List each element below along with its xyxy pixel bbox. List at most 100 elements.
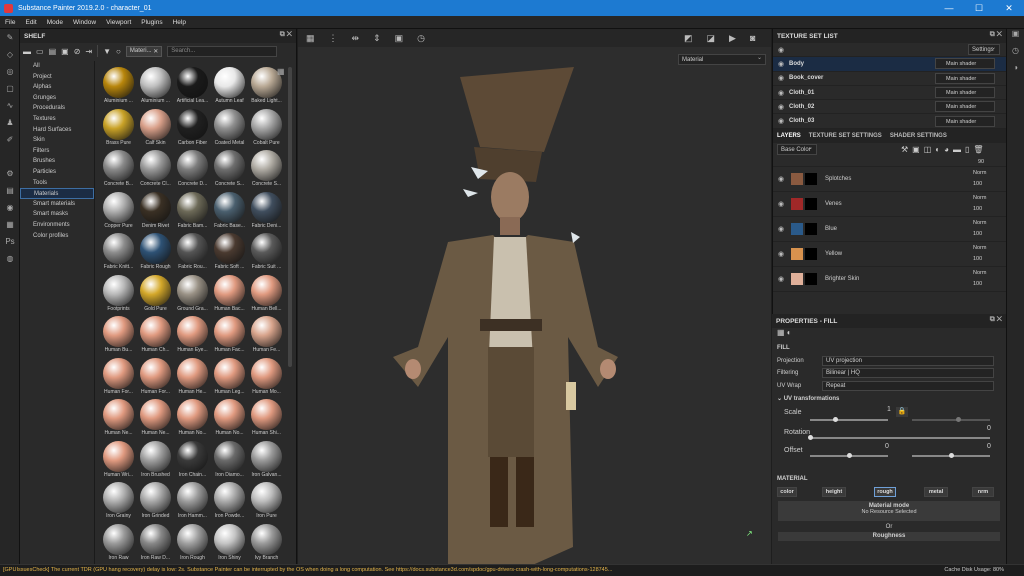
material-thumbnail[interactable]: Iron Hamm... xyxy=(174,482,211,524)
material-thumbnail[interactable]: Footprints xyxy=(100,274,137,317)
shader-dropdown[interactable]: Main shader xyxy=(935,58,995,70)
layer-row[interactable]: ◉ Splotches Norm 100 xyxy=(773,167,1006,193)
menu-file[interactable]: File xyxy=(0,19,20,26)
category-item[interactable]: Smart materials xyxy=(20,199,94,210)
grid-view-icon[interactable]: ▦ xyxy=(277,67,285,76)
material-thumbnail[interactable]: Copper Pure xyxy=(100,191,137,234)
material-thumbnail[interactable]: Iron Chain... xyxy=(174,440,211,483)
layer-actions-icons[interactable]: ⚒▣◫◐◕▬▯🗑 xyxy=(901,145,988,154)
layer-blend-mode[interactable]: Norm xyxy=(973,270,986,276)
layer-opacity[interactable]: 100 xyxy=(973,256,982,262)
visibility-icon[interactable]: ◉ xyxy=(773,74,789,82)
material-thumbnail[interactable]: Human No... xyxy=(174,399,211,441)
layer-opacity[interactable]: 100 xyxy=(973,206,982,212)
shader-dropdown[interactable]: Main shader xyxy=(935,72,995,84)
channel-button-height[interactable]: height xyxy=(822,487,846,497)
tab-shader-settings[interactable]: SHADER SETTINGS xyxy=(890,133,947,139)
material-thumbnail[interactable]: Human Fac... xyxy=(211,316,248,358)
material-thumbnail[interactable]: Aluminium ... xyxy=(137,67,174,109)
close-button[interactable]: ✕ xyxy=(994,3,1024,14)
uv-transform-section[interactable]: ⌄ UV transformations xyxy=(772,392,1006,405)
camera-view-icon[interactable]: ◩ xyxy=(684,33,693,44)
material-thumbnail[interactable]: Iron Pure xyxy=(248,482,285,524)
material-thumbnail[interactable]: Calf Skin xyxy=(137,108,174,151)
material-thumbnail[interactable]: Human Shi... xyxy=(248,399,285,441)
category-item[interactable]: Smart masks xyxy=(20,209,94,220)
channel-button-rough[interactable]: rough xyxy=(874,487,896,497)
layer-row[interactable]: ◉ Brighter Skin Norm 100 xyxy=(773,267,1006,293)
material-thumbnail[interactable]: Iron Grainy xyxy=(100,482,137,524)
scale-slider-2[interactable] xyxy=(912,418,990,421)
material-thumbnail[interactable]: Human Eye... xyxy=(174,316,211,358)
frame-icon[interactable]: ▣ xyxy=(395,33,404,44)
offset-x-knob[interactable] xyxy=(846,452,852,458)
category-item[interactable]: Particles xyxy=(20,167,94,178)
layer-row[interactable]: ◉ Blue Norm 100 xyxy=(773,217,1006,243)
material-thumbnail[interactable]: Concrete Cl... xyxy=(137,150,174,192)
channel-dropdown[interactable]: Base Color xyxy=(777,143,817,155)
texture-set-icon[interactable]: ▣ xyxy=(1007,29,1024,46)
category-item[interactable]: Environments xyxy=(20,220,94,231)
material-thumbnail[interactable]: Iron Raw xyxy=(100,523,137,565)
material-thumbnail[interactable]: Iron Raw D... xyxy=(137,523,174,565)
category-item[interactable]: Textures xyxy=(20,114,94,125)
layer-row[interactable]: ◉ Venes Norm 100 xyxy=(773,192,1006,218)
menu-viewport[interactable]: Viewport xyxy=(101,19,136,26)
paint-brush-icon[interactable]: ✎ xyxy=(0,29,20,46)
tab-layers[interactable]: LAYERS xyxy=(777,133,801,139)
material-thumbnail[interactable]: Carbon Fiber xyxy=(174,108,211,151)
visibility-icon[interactable]: ◉ xyxy=(773,225,789,233)
category-item[interactable]: Filters xyxy=(20,146,94,157)
history-icon[interactable]: ◷ xyxy=(417,33,425,44)
material-thumbnail[interactable]: Fabric Knitt... xyxy=(100,233,137,275)
eraser-icon[interactable]: ◇ xyxy=(0,46,20,63)
visibility-icon[interactable]: ◉ xyxy=(773,275,789,283)
material-thumbnail[interactable]: Ground Gra... xyxy=(174,274,211,317)
category-item[interactable]: Procedurals xyxy=(20,103,94,114)
menu-window[interactable]: Window xyxy=(68,19,101,26)
screenshot-icon[interactable]: ◙ xyxy=(750,33,755,43)
minimize-button[interactable]: — xyxy=(934,3,964,13)
circle-icon[interactable]: ○ xyxy=(116,47,121,56)
material-thumbnail[interactable]: Iron Shiny xyxy=(211,523,248,565)
category-item[interactable]: Tools xyxy=(20,178,94,189)
photoshop-icon[interactable]: Ps xyxy=(0,233,20,250)
material-thumbnail[interactable]: Human Bu... xyxy=(100,316,137,358)
visibility-icon[interactable]: ◉ xyxy=(773,103,789,111)
material-thumbnail[interactable]: Human Ne... xyxy=(100,399,137,441)
visibility-icon[interactable]: ◉ xyxy=(773,117,789,125)
import-icon[interactable]: ▣ xyxy=(61,47,69,56)
material-thumbnail[interactable]: Gold Pure xyxy=(137,274,174,317)
material-thumbnail[interactable]: Fabric Base... xyxy=(211,191,248,234)
material-thumbnail[interactable]: Human For... xyxy=(100,357,137,400)
texture-set-row[interactable]: ◉ Cloth_03 Main shader xyxy=(773,114,1006,129)
material-thumbnail[interactable]: Fabric Soft ... xyxy=(211,233,248,275)
layer-mask-thumbnail[interactable] xyxy=(805,173,817,186)
scale-slider[interactable] xyxy=(810,418,888,421)
material-thumbnail[interactable]: Human Leg... xyxy=(211,357,248,400)
material-thumbnail[interactable]: Autumn Leaf xyxy=(211,67,248,109)
category-item[interactable]: Project xyxy=(20,72,94,83)
material-thumbnail[interactable]: Fabric Rough xyxy=(137,233,174,275)
material-thumbnail[interactable]: Aluminium ... xyxy=(100,67,137,109)
video-icon[interactable]: ▶ xyxy=(729,33,736,44)
save-icon[interactable]: ▤ xyxy=(49,47,57,56)
shelf-search-input[interactable]: Search... xyxy=(167,45,278,57)
roughness-section[interactable]: Roughness xyxy=(778,532,1000,541)
grid-icon[interactable]: ▦ xyxy=(306,33,315,44)
material-thumbnail[interactable]: Human No... xyxy=(211,399,248,441)
viewport-3d[interactable]: ▦ ⋮ ⇹ ⇕ ▣ ◷ ◩ ◪ ▶ ◙ Material ↗ xyxy=(298,29,771,564)
properties-tool-icons[interactable]: ▦ ◐ xyxy=(772,328,1006,342)
scale-slider-2-knob[interactable] xyxy=(956,416,962,422)
filter-icon[interactable]: ▼ xyxy=(103,47,111,56)
shader-dropdown[interactable]: Main shader xyxy=(935,115,995,127)
material-thumbnail[interactable]: Human Wri... xyxy=(100,440,137,483)
shader-dropdown[interactable]: Main shader xyxy=(935,101,995,113)
symmetry-icon[interactable]: ⇹ xyxy=(352,33,360,44)
layer-blend-mode[interactable]: Norm xyxy=(973,220,986,226)
layer-blend-mode[interactable]: Norm xyxy=(973,245,986,251)
hide-icon[interactable]: ⊘ xyxy=(74,47,81,56)
material-thumbnail[interactable]: Denim Rivet xyxy=(137,191,174,234)
material-thumbnail[interactable]: Iron Rough xyxy=(174,523,211,565)
channel-button-nrm[interactable]: nrm xyxy=(972,487,994,497)
